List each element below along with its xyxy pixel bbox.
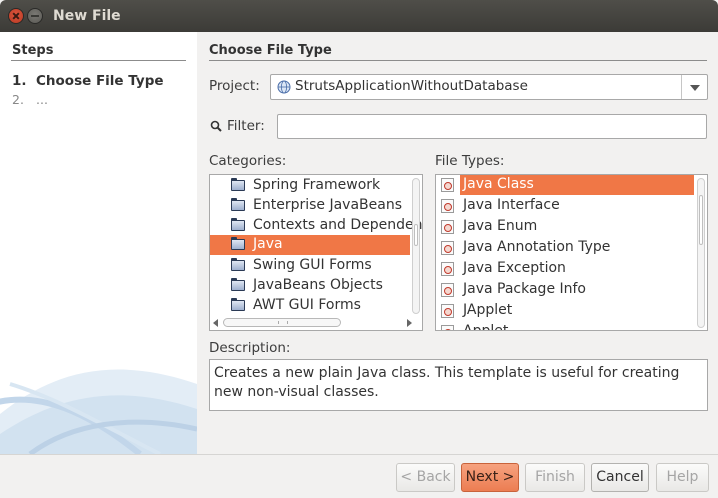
file-types-vertical-scrollbar[interactable] — [697, 178, 705, 328]
java-class-icon — [441, 178, 454, 192]
scrollbar-thumb[interactable] — [414, 224, 418, 246]
project-label: Project: — [209, 78, 260, 94]
step-next: 2.... — [12, 92, 48, 107]
description-text: Creates a new plain Java class. This tem… — [214, 365, 680, 400]
close-window-button[interactable] — [8, 8, 24, 24]
categories-list[interactable]: Spring Framework Enterprise JavaBeans Co… — [209, 174, 423, 331]
project-value: StrutsApplicationWithoutDatabase — [295, 78, 528, 94]
minimize-window-button[interactable] — [27, 8, 43, 24]
category-item-selected[interactable]: Java — [210, 235, 410, 255]
file-type-item[interactable]: Java Exception — [436, 259, 694, 279]
back-button[interactable]: < Back — [396, 463, 455, 492]
category-item[interactable]: Enterprise JavaBeans — [210, 196, 410, 216]
scrollbar-thumb[interactable] — [223, 318, 341, 327]
footer-divider — [0, 454, 718, 455]
java-exception-icon — [441, 262, 454, 276]
file-type-item[interactable]: Java Interface — [436, 196, 694, 216]
cancel-button[interactable]: Cancel — [591, 463, 649, 492]
step-number: 2. — [12, 92, 24, 107]
file-type-item[interactable]: JApplet — [436, 301, 694, 321]
window-title: New File — [53, 8, 121, 24]
folder-icon — [231, 198, 245, 211]
file-types-list[interactable]: Java Class Java Interface Java Enum Java… — [435, 174, 708, 331]
file-type-item[interactable]: Applet — [436, 322, 694, 330]
folder-icon — [231, 218, 245, 231]
scroll-left-icon[interactable] — [213, 319, 218, 327]
globe-icon — [277, 80, 291, 94]
next-button[interactable]: Next > — [461, 463, 519, 492]
category-item[interactable]: AWT GUI Forms — [210, 296, 410, 316]
file-type-item[interactable]: Java Package Info — [436, 280, 694, 300]
folder-icon — [231, 298, 245, 311]
scrollbar-thumb[interactable] — [699, 195, 703, 245]
description-box: Creates a new plain Java class. This tem… — [209, 359, 708, 411]
title-bar[interactable]: New File — [0, 0, 718, 32]
steps-panel: Steps 1. Choose File Type 2.... — [0, 32, 197, 454]
java-interface-icon — [441, 199, 454, 213]
category-item[interactable]: Contexts and Dependency Injection — [210, 216, 422, 236]
finish-button[interactable]: Finish — [525, 463, 585, 492]
category-item[interactable]: Swing GUI Forms — [210, 256, 410, 276]
step-choose-file-type: 1. Choose File Type — [12, 73, 164, 89]
java-package-info-icon — [441, 283, 454, 297]
file-type-item[interactable]: Java Annotation Type — [436, 238, 694, 258]
step-label: Choose File Type — [36, 73, 164, 89]
folder-icon — [231, 178, 245, 191]
step-label: ... — [36, 92, 48, 107]
title-divider — [209, 60, 707, 61]
step-number: 1. — [12, 73, 27, 89]
category-item[interactable]: Spring Framework — [210, 176, 410, 196]
categories-vertical-scrollbar[interactable] — [412, 178, 420, 314]
category-item[interactable]: JavaBeans Objects — [210, 276, 410, 296]
folder-icon — [231, 278, 245, 291]
filter-label: Filter: — [227, 118, 265, 134]
decorative-swoosh-graphic — [0, 369, 197, 454]
filter-input[interactable] — [277, 114, 707, 139]
java-annotation-icon — [441, 241, 454, 255]
folder-icon — [231, 258, 245, 271]
steps-divider — [11, 60, 186, 61]
applet-icon — [441, 325, 454, 330]
help-button[interactable]: Help — [656, 463, 709, 492]
project-dropdown[interactable]: StrutsApplicationWithoutDatabase — [270, 74, 708, 100]
japplet-icon — [441, 304, 454, 318]
chevron-down-icon[interactable] — [681, 75, 707, 99]
steps-heading: Steps — [12, 43, 54, 58]
search-icon — [210, 120, 222, 132]
file-type-item-selected[interactable]: Java Class — [460, 175, 694, 195]
file-types-label: File Types: — [435, 153, 505, 169]
categories-label: Categories: — [209, 153, 287, 169]
file-type-item[interactable]: Java Enum — [436, 217, 694, 237]
folder-icon — [231, 237, 245, 250]
java-enum-icon — [441, 220, 454, 234]
categories-horizontal-scrollbar[interactable] — [211, 317, 412, 329]
page-title: Choose File Type — [209, 43, 332, 58]
description-label: Description: — [209, 340, 291, 356]
scroll-right-icon[interactable] — [407, 319, 412, 327]
